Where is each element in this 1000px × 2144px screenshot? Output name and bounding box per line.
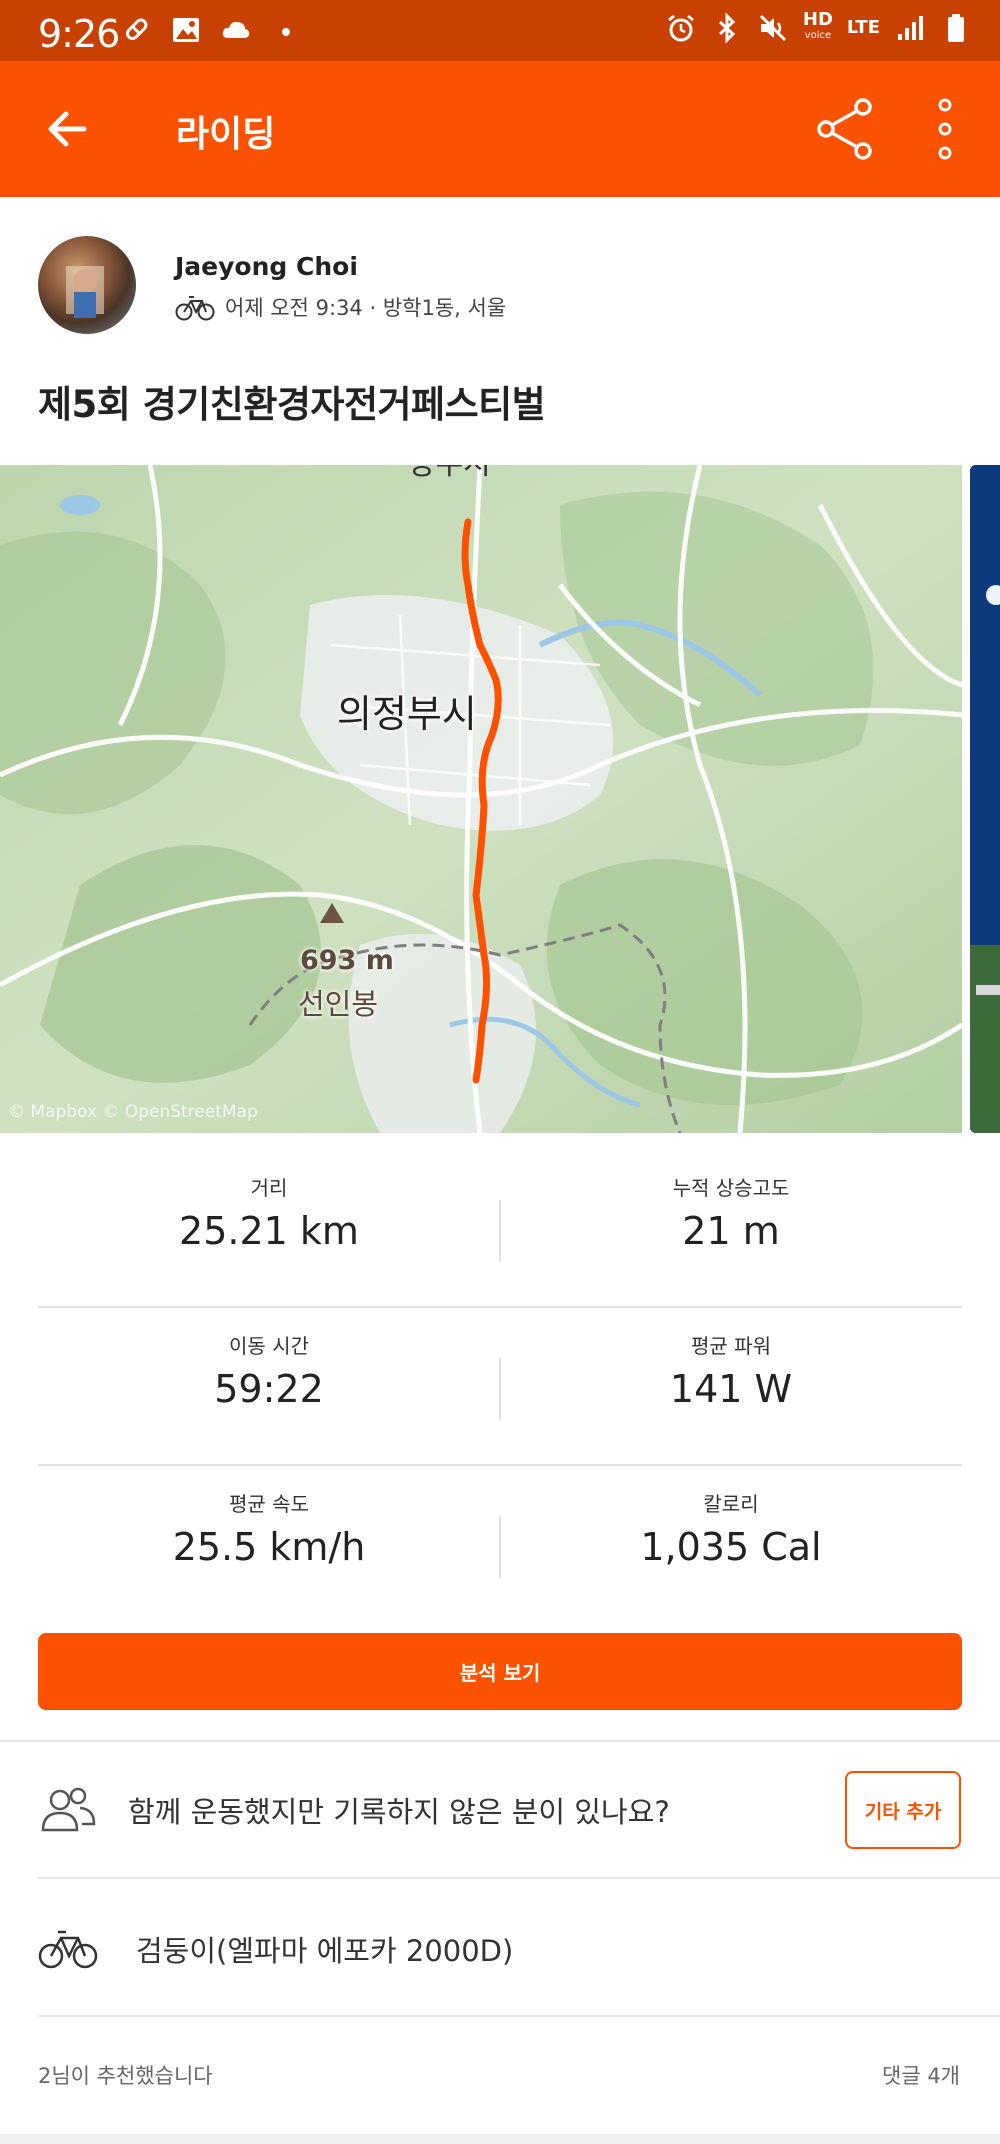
status-left-icons [120, 14, 302, 46]
map-credit[interactable]: © Mapbox © OpenStreetMap [8, 1102, 258, 1122]
alarm-icon [667, 14, 694, 42]
more-vertical-icon[interactable] [925, 97, 965, 161]
cloud-icon [222, 21, 250, 38]
activity-title: 제5회 경기친환경자전거페스티벌 [38, 383, 546, 426]
signal-icon [898, 16, 923, 40]
divider [0, 1740, 1000, 1742]
stat-value: 141 W [669, 1367, 793, 1411]
add-others-button[interactable]: 기타 추가 [845, 1771, 961, 1849]
stat-label: 평균 파워 [691, 1334, 771, 1358]
stat-value: 25.5 km/h [172, 1525, 366, 1569]
app-bar: 라이딩 [0, 61, 1000, 197]
add-others-prompt: 함께 운동했지만 기록하지 않은 분이 있나요? [128, 1795, 670, 1829]
gear-name[interactable]: 검둥이(엘파마 에포카 2000D) [136, 1928, 513, 1970]
vibrate-mute-icon [759, 14, 786, 42]
comments-count[interactable]: 댓글 4개 [882, 2060, 960, 2090]
bike-icon [38, 1930, 98, 1969]
stat-calories: 칼로리 1,035 Cal [500, 1488, 962, 1569]
photo-peek[interactable] [970, 465, 1000, 1133]
map-peak-name: 선인봉 [298, 987, 379, 1021]
arrow-left-icon[interactable] [40, 101, 96, 157]
stat-avg-power: 평균 파워 141 W [500, 1330, 962, 1411]
stat-moving-time: 이동 시간 59:22 [38, 1330, 500, 1411]
people-icon [41, 1787, 96, 1832]
activity-meta: 어제 오전 9:34 · 방학1동, 서울 [175, 292, 506, 322]
stat-label: 이동 시간 [229, 1334, 309, 1358]
status-right-icons: HD voice LTE [665, 9, 972, 44]
status-bar: 9:26 HD voice LTE [0, 0, 1000, 61]
stat-value: 59:22 [214, 1367, 324, 1411]
share-icon[interactable] [815, 97, 875, 161]
route-map[interactable]: 양주시 의정부시 693 m 선인봉 [0, 465, 962, 1133]
bottom-strip [0, 2134, 1000, 2144]
battery-icon [948, 14, 964, 42]
stat-distance: 거리 25.21 km [38, 1172, 500, 1253]
map-peak-elevation: 693 m [300, 945, 394, 976]
stat-row: 평균 속도 25.5 km/h 칼로리 1,035 Cal [38, 1466, 962, 1624]
map-city-label: 의정부시 [337, 692, 477, 736]
stat-label: 평균 속도 [229, 1492, 309, 1516]
image-icon [173, 18, 199, 42]
bluetooth-icon [718, 12, 736, 44]
stat-label: 거리 [250, 1176, 288, 1200]
bike-icon [175, 296, 215, 321]
divider [38, 2015, 1000, 2017]
dot-icon [282, 28, 290, 36]
status-time: 9:26 [38, 12, 120, 56]
stat-value: 21 m [682, 1209, 780, 1253]
map-top-label: 양주시 [408, 465, 491, 483]
kudos-count[interactable]: 2님이 추천했습니다 [38, 2060, 213, 2090]
stat-avg-speed: 평균 속도 25.5 km/h [38, 1488, 500, 1569]
stat-value: 1,035 Cal [640, 1525, 822, 1569]
stat-label: 누적 상승고도 [672, 1176, 790, 1200]
view-analysis-button[interactable]: 분석 보기 [38, 1633, 962, 1710]
lte-indicator: LTE [846, 17, 880, 38]
stat-value: 25.21 km [179, 1209, 359, 1253]
stat-label: 칼로리 [703, 1492, 759, 1516]
stat-row: 거리 25.21 km 누적 상승고도 21 m [38, 1150, 962, 1308]
app-title: 라이딩 [176, 114, 276, 155]
pill-icon [125, 18, 148, 41]
activity-meta-text: 어제 오전 9:34 · 방학1동, 서울 [225, 296, 507, 320]
stats-grid: 거리 25.21 km 누적 상승고도 21 m 이동 시간 59:22 평균 … [38, 1150, 962, 1624]
hd-voice-indicator: HD voice [802, 9, 833, 42]
divider [38, 1877, 1000, 1879]
avatar[interactable] [38, 236, 136, 334]
stat-elevation-gain: 누적 상승고도 21 m [500, 1172, 962, 1253]
stat-row: 이동 시간 59:22 평균 파워 141 W [38, 1308, 962, 1466]
athlete-name[interactable]: Jaeyong Choi [175, 252, 358, 281]
